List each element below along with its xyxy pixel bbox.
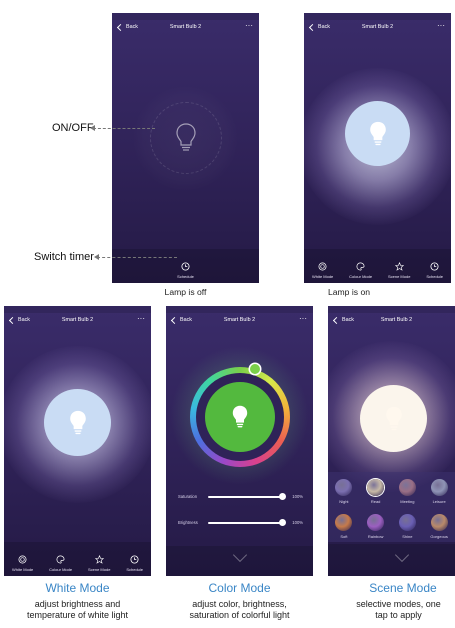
page-title: Smart Bulb 2 [169,24,202,30]
screen-white-mode: Back Smart Bulb 2 ··· White Mode Colour … [4,306,151,576]
scene-label: Meeting [400,499,415,504]
white-mode-icon [18,555,27,564]
tab-colour-mode[interactable]: Colour Mode [349,262,372,279]
tab-white-mode[interactable]: White Mode [312,262,333,279]
color-mode-desc-1: adjust color, brightness, [192,599,287,609]
screen-lamp-on: Back Smart Bulb 2 ··· White Mode Colour … [304,13,451,283]
more-button[interactable]: ··· [437,21,445,30]
more-button[interactable]: ··· [245,21,253,30]
scene-label: Rainbow [367,534,384,539]
switch-timer-pointer [97,257,177,258]
bulb-icon [369,121,386,145]
slider-knob[interactable] [279,519,286,526]
tab-schedule[interactable]: Schedule [426,262,443,279]
color-disc[interactable] [205,382,275,452]
scene-item[interactable]: Gorgeous [423,514,455,539]
scene-item[interactable]: Rainbow [360,514,392,539]
scene-thumbnail [398,514,416,531]
on-off-pointer [93,128,155,129]
caption-lamp-on: Lamp is on [327,287,371,297]
scene-mode-desc-2: tap to apply [375,610,422,620]
navbar: Back Smart Bulb 2 ··· [304,20,451,36]
bottom-bar: Schedule [112,249,259,283]
scene-thumbnail [430,514,448,531]
switch-timer-annotation: Switch timer [34,251,94,263]
scene-thumbnail [398,479,416,496]
more-button[interactable]: ··· [137,314,145,323]
arrow-left-icon [94,254,99,260]
scene-thumbnail [335,514,353,531]
bottom-bar: White Mode Colour Mode Scene Mode Schedu… [4,542,151,576]
scene-label: Soft [340,534,348,539]
white-mode-desc-1: adjust brightness and [34,599,121,609]
bottom-bar: White Mode Colour Mode Scene Mode Schedu… [304,249,451,283]
scene-label: Shine [402,534,413,539]
caption-lamp-off: Lamp is off [164,287,207,297]
page-title: Smart Bulb 2 [223,317,256,323]
power-toggle[interactable] [150,102,222,174]
star-icon [94,555,104,564]
scene-mode-desc-1: selective modes, one [356,599,441,609]
scene-item[interactable]: Night [328,479,360,504]
white-mode-title: White Mode [45,581,110,595]
bulb-icon [385,406,402,430]
tab-colour-mode[interactable]: Colour Mode [49,555,72,572]
scene-item[interactable]: Soft [328,514,360,539]
clock-icon [130,555,139,564]
more-button[interactable]: ··· [299,314,307,323]
scene-item[interactable]: Meeting [392,479,424,504]
scene-label: Leisure [432,499,446,504]
color-mode-title: Color Mode [208,581,271,595]
scene-item[interactable]: Read [360,479,392,504]
on-off-annotation: ON/OFF [52,122,94,134]
page-title: Smart Bulb 2 [361,24,394,30]
tab-white-mode[interactable]: White Mode [12,555,33,572]
brightness-slider[interactable]: Brightness 100% [174,518,305,528]
scene-grid: Night Read Meeting Leisure Soft Rainbow Shine G… [328,479,455,539]
navbar: Back Smart Bulb 2 ··· [112,20,259,36]
white-mode-icon [318,262,327,271]
scene-label: Gorgeous [430,534,448,539]
color-picker-handle[interactable] [250,364,260,374]
tab-schedule[interactable]: Schedule [126,555,143,572]
power-toggle[interactable] [44,389,111,456]
screen-scene-mode: Back Smart Bulb 2 Night Read Meeting Leisur… [328,306,455,576]
schedule-tab[interactable]: Schedule [177,262,194,279]
bulb-icon [69,410,86,434]
slider-knob[interactable] [279,493,286,500]
scene-label: Night [339,499,349,504]
bulb-icon [232,405,248,428]
scene-item[interactable]: Leisure [423,479,455,504]
white-mode-desc-2: temperature of white light [26,610,129,620]
scene-mode-title: Scene Mode [369,581,437,595]
tab-scene-mode[interactable]: Scene Mode [88,555,110,572]
scene-label: Read [370,499,381,504]
palette-icon [356,262,365,271]
color-wheel[interactable] [190,364,290,467]
bulb-outline-icon [176,123,196,151]
power-toggle[interactable] [345,101,410,166]
scene-item[interactable]: Shine [392,514,424,539]
scene-thumbnail [367,514,385,531]
screen-lamp-off: Back Smart Bulb 2 ··· Schedule [112,13,259,283]
scene-thumbnail [367,479,385,496]
arrow-left-icon [90,125,95,131]
navbar: Back Smart Bulb 2 ··· [4,313,151,329]
saturation-slider[interactable]: Saturation 100% [174,492,305,502]
power-toggle[interactable] [360,385,427,452]
star-icon [394,262,404,271]
color-mode-desc-2: saturation of colorful light [189,610,290,620]
scene-thumbnail [430,479,448,496]
palette-icon [56,555,65,564]
navbar: Back Smart Bulb 2 [328,313,455,329]
tab-scene-mode[interactable]: Scene Mode [388,262,410,279]
clock-icon [181,262,190,271]
page-title: Smart Bulb 2 [61,317,94,323]
screen-color-mode: Back Smart Bulb 2 ··· Saturation 100% Br… [166,306,313,576]
scene-thumbnail [335,479,353,496]
page-title: Smart Bulb 2 [380,317,413,323]
navbar: Back Smart Bulb 2 ··· [166,313,313,329]
clock-icon [430,262,439,271]
